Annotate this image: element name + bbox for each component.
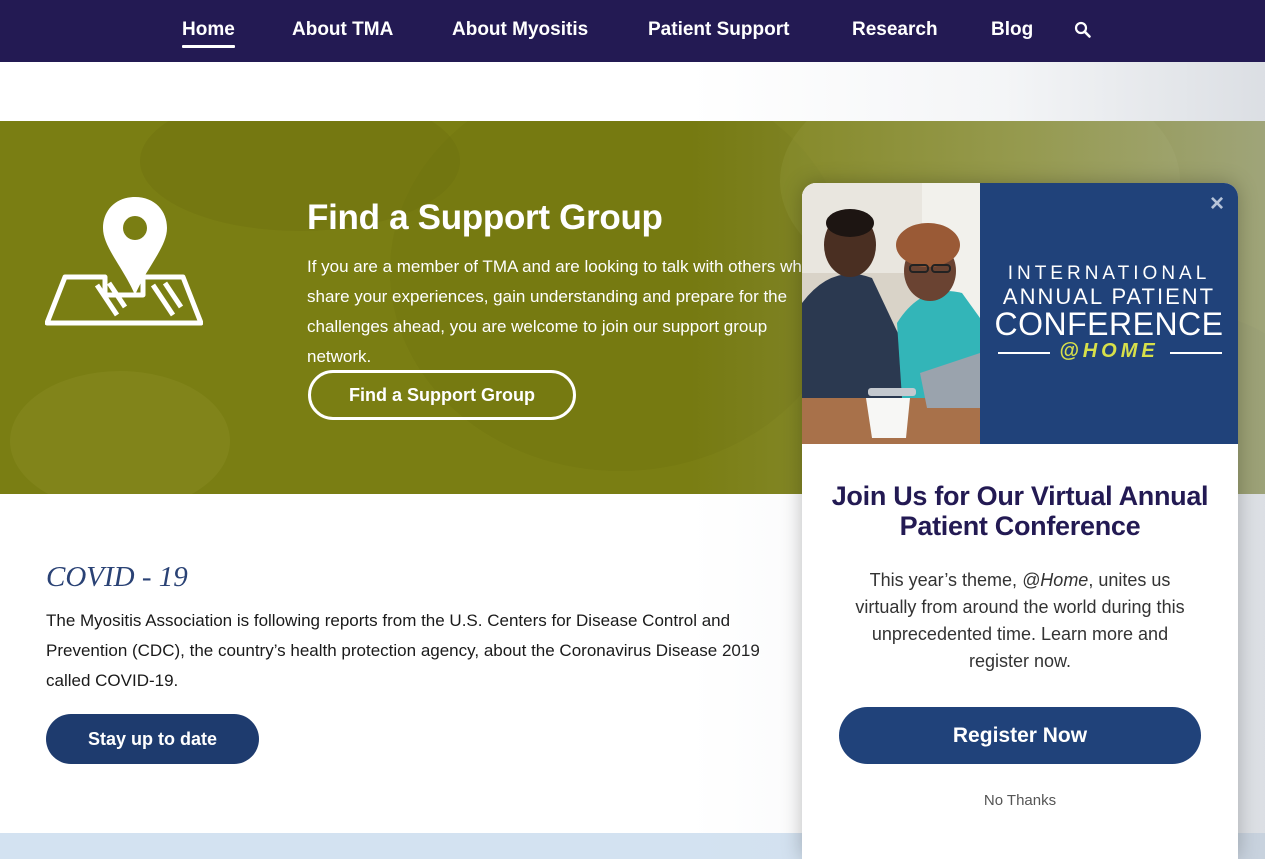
top-navigation: Home About TMA About Myositis Patient Su…	[0, 0, 1265, 62]
covid-heading: COVID - 19	[46, 561, 188, 593]
no-thanks-link[interactable]: No Thanks	[802, 792, 1238, 809]
nav-research[interactable]: Research	[852, 19, 938, 41]
map-pin-icon	[45, 197, 203, 326]
modal-heading: Join Us for Our Virtual Annual Patient C…	[831, 481, 1209, 541]
stay-up-to-date-button[interactable]: Stay up to date	[46, 714, 259, 764]
modal-body-text-1: This year’s theme,	[869, 570, 1023, 590]
search-icon[interactable]	[1073, 20, 1093, 40]
close-icon[interactable]: ×	[1205, 192, 1229, 216]
nav-about-myositis[interactable]: About Myositis	[452, 19, 588, 41]
banner-line-1: INTERNATIONAL	[1007, 263, 1211, 284]
conference-banner: INTERNATIONAL ANNUAL PATIENT CONFERENCE …	[980, 183, 1238, 444]
hero-title: Find a Support Group	[307, 198, 663, 237]
find-support-group-button[interactable]: Find a Support Group	[308, 370, 576, 420]
nav-about-tma[interactable]: About TMA	[292, 19, 393, 41]
nav-patient-support[interactable]: Patient Support	[648, 19, 789, 41]
modal-body: This year’s theme, @Home, unites us virt…	[842, 567, 1198, 675]
nav-blog[interactable]: Blog	[991, 19, 1033, 41]
modal-body-emphasis: @Home	[1022, 570, 1089, 590]
nav-home[interactable]: Home	[182, 19, 235, 48]
banner-rule-right	[1170, 352, 1222, 354]
banner-line-3: CONFERENCE	[994, 306, 1224, 342]
conference-popup: INTERNATIONAL ANNUAL PATIENT CONFERENCE …	[802, 183, 1238, 859]
covid-description: The Myositis Association is following re…	[46, 611, 760, 690]
register-now-button[interactable]: Register Now	[839, 707, 1201, 764]
couple-photo	[802, 183, 980, 444]
hero-description: If you are a member of TMA and are looki…	[307, 257, 812, 366]
